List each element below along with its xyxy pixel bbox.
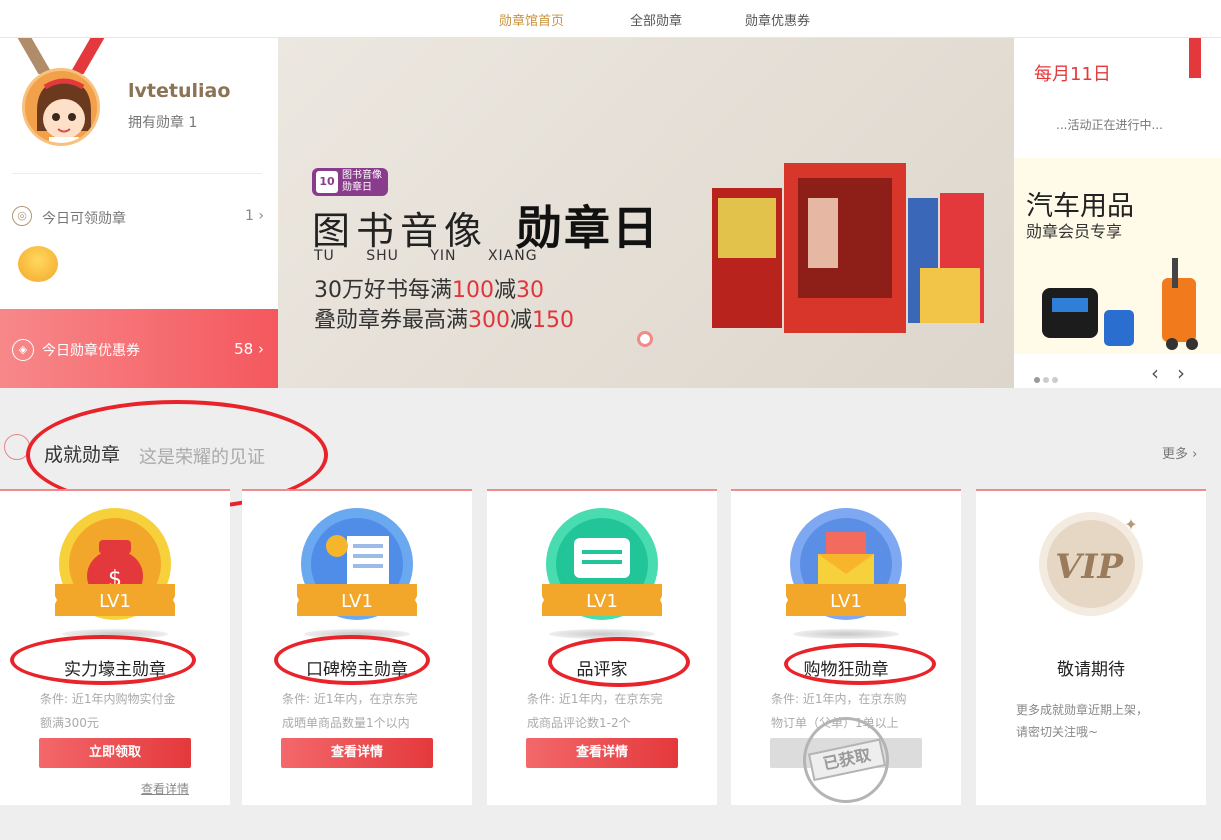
- coupon-icon: ◈: [12, 339, 34, 361]
- coming-soon-title: 敬请期待: [1057, 660, 1125, 680]
- banner-tag-text: 图书音像 勋章日: [342, 170, 382, 193]
- medal-name: 购物狂勋章: [803, 660, 889, 680]
- medal-name: 口碑榜主勋章: [306, 660, 408, 680]
- today-coupon-count: 58 ›: [234, 340, 264, 358]
- today-claimable-medals-row[interactable]: ◎ 今日可领勋章 1 ›: [12, 206, 264, 227]
- banner-pinyin: TU SHU YIN XIANG: [314, 248, 538, 264]
- medal-condition: 条件: 近1年内，在京东完 成晒单商品数量1个以内: [282, 692, 418, 730]
- newspaper-medal-icon: LV1: [297, 508, 417, 620]
- medal-card-tycoon: $ LV1 实力壕主勋章 条件: 近1年内购物实付金 额满300元 立即领取 查看…: [0, 489, 230, 805]
- envelope-medal-icon: LV1: [786, 508, 906, 620]
- svg-text:LV1: LV1: [99, 591, 131, 612]
- svg-text:LV1: LV1: [586, 591, 618, 612]
- side-promo: 每月11日 ...活动正在进行中... 汽车用品 勋章会员专享 ‹ ›: [1014, 38, 1221, 388]
- section-subtitle: 这是荣耀的见证: [139, 447, 265, 468]
- svg-text:✦: ✦: [1124, 515, 1137, 534]
- username: lvtetuliao: [128, 80, 231, 102]
- banner-offer-line-2: 叠勋章券最高满300减150: [314, 308, 575, 333]
- avatar-girl-icon: [25, 71, 97, 143]
- medal-shadow: [793, 629, 899, 639]
- avatar[interactable]: [22, 68, 100, 146]
- banner-tag: 10 图书音像 勋章日: [312, 168, 388, 196]
- medal-shadow: [62, 629, 168, 639]
- promo-next-arrow-icon[interactable]: ›: [1177, 361, 1185, 385]
- more-link[interactable]: 更多 ›: [1162, 443, 1197, 462]
- promo-running-text: ...活动正在进行中...: [1056, 118, 1163, 132]
- books-image: [712, 163, 984, 333]
- owned-badge-count: 拥有勋章 1: [128, 115, 198, 131]
- today-claimable-label: 今日可领勋章: [42, 211, 126, 227]
- banner-offer-line-1: 30万好书每满100减30: [314, 278, 545, 303]
- promo-date: 每月11日: [1034, 64, 1111, 85]
- top-navigation: 勋章馆首页 全部勋章 勋章优惠券: [0, 0, 1221, 38]
- view-details-link[interactable]: 查看详情: [141, 780, 189, 797]
- medal-shadow: [549, 629, 655, 639]
- ad-subtitle: 勋章会员专享: [1026, 222, 1123, 241]
- medal-ribbon-left: [17, 38, 53, 74]
- medal-card-coming-soon: VIP ✦ 敬请期待 更多成就勋章近期上架， 请密切关注哦~: [976, 489, 1206, 805]
- view-details-button[interactable]: 查看详情: [281, 738, 433, 768]
- promo-flag: [1189, 38, 1201, 78]
- svg-text:LV1: LV1: [341, 591, 373, 612]
- promo-prev-arrow-icon[interactable]: ‹: [1151, 361, 1159, 385]
- medal-ribbon-right: [69, 38, 105, 74]
- nav-all-medals[interactable]: 全部勋章: [630, 10, 682, 29]
- medal-card-reviewer: LV1 品评家 条件: 近1年内，在京东完 成商品评论数1-2个 查看详情: [487, 489, 717, 805]
- banner-headline: 图书音像: [312, 209, 489, 253]
- today-coupon-bar[interactable]: ◈ 今日勋章优惠券 58 ›: [0, 309, 278, 388]
- coming-soon-text: 更多成就勋章近期上架， 请密切关注哦~: [1016, 703, 1149, 739]
- banner-carousel-dot[interactable]: [637, 331, 653, 347]
- view-details-button[interactable]: 查看详情: [526, 738, 678, 768]
- section-title: 成就勋章: [44, 444, 121, 466]
- promo-carousel-dots[interactable]: [1034, 368, 1061, 387]
- medal-name: 品评家: [576, 660, 628, 680]
- profile-panel: lvtetuliao 拥有勋章 1 ◎ 今日可领勋章 1 › ◈ 今日勋章优惠券…: [0, 38, 278, 388]
- svg-text:VIP: VIP: [1055, 547, 1124, 587]
- car-products-ad[interactable]: 汽车用品 勋章会员专享: [1014, 158, 1221, 354]
- main-banner[interactable]: 10 图书音像 勋章日 图书音像 勋章日 TU SHU YIN XIANG 30万…: [278, 38, 1014, 388]
- vip-medal-icon: VIP ✦: [1039, 512, 1143, 616]
- medal-name: 实力壕主勋章: [64, 660, 166, 680]
- car-products-image: [1042, 258, 1198, 350]
- medal-condition: 条件: 近1年内购物实付金 额满300元: [40, 692, 176, 730]
- nav-medal-home[interactable]: 勋章馆首页: [499, 10, 564, 29]
- medal-condition: 条件: 近1年内，在京东完 成商品评论数1-2个: [527, 692, 663, 730]
- divider: [12, 173, 262, 174]
- medal-shadow: [304, 629, 410, 639]
- nav-medal-coupons[interactable]: 勋章优惠券: [745, 10, 810, 29]
- claim-now-button[interactable]: 立即领取: [39, 738, 191, 768]
- banner-tag-day: 10: [316, 171, 338, 193]
- medal-icon: ◎: [12, 206, 32, 226]
- medal-card-reputation: LV1 口碑榜主勋章 条件: 近1年内，在京东完 成晒单商品数量1个以内 查看详情: [242, 489, 472, 805]
- medal-card-shopaholic: LV1 购物狂勋章 条件: 近1年内，在京东购物订单（父单）1单以上 已获取 已…: [731, 489, 961, 812]
- claimable-badge-thumbnail[interactable]: [18, 246, 58, 282]
- chat-bubble-medal-icon: LV1: [542, 508, 662, 620]
- achievement-icon: [4, 434, 30, 460]
- today-claimable-count: 1 ›: [245, 208, 264, 224]
- svg-text:LV1: LV1: [830, 591, 862, 612]
- today-coupon-label: 今日勋章优惠券: [42, 343, 140, 359]
- money-bag-medal-icon: $ LV1: [55, 508, 175, 620]
